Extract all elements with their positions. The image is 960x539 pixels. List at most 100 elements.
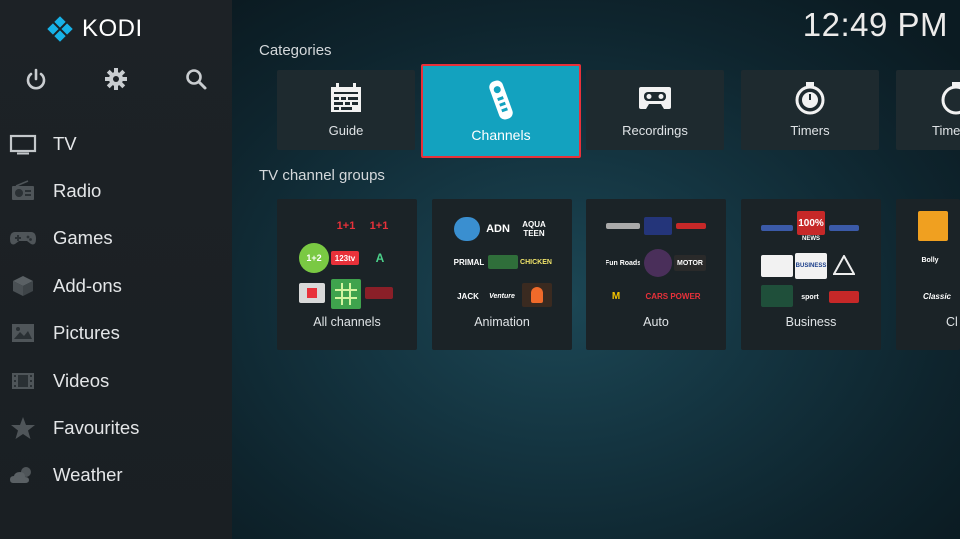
sidebar-item-label: Weather bbox=[53, 464, 123, 486]
app-name: KODI bbox=[82, 15, 143, 42]
logo-biz-green bbox=[761, 285, 793, 307]
logo-1plus2: 1+2 bbox=[299, 243, 329, 273]
remote-icon bbox=[481, 78, 521, 122]
channel-logos-collage: Bolly Classic bbox=[914, 209, 960, 307]
tv-icon bbox=[9, 132, 37, 156]
sidebar-item-label: TV bbox=[53, 132, 77, 154]
categories-title: Categories bbox=[259, 42, 332, 59]
sidebar-item-weather[interactable]: Weather bbox=[0, 452, 232, 499]
sidebar-item-games[interactable]: Games bbox=[0, 215, 232, 262]
weather-icon bbox=[9, 463, 37, 487]
category-label: Time bbox=[932, 123, 960, 138]
logo-globe bbox=[454, 217, 480, 241]
group-label: Business bbox=[785, 315, 837, 329]
logo-cars-power: CARS POWER bbox=[645, 291, 701, 301]
category-guide[interactable]: Guide bbox=[277, 70, 415, 150]
cassette-icon bbox=[637, 82, 673, 114]
group-auto[interactable]: Fun Roads MOTOR M CARS POWER Auto bbox=[586, 199, 726, 350]
logo-motor: MOTOR bbox=[674, 255, 706, 271]
logo-fire bbox=[522, 283, 552, 307]
sidebar-item-pictures[interactable]: Pictures bbox=[0, 310, 232, 357]
kodi-logo-icon bbox=[47, 16, 73, 42]
channel-logos-collage: 1+1 1+1 1+2 123tv A bbox=[295, 209, 399, 309]
logo-venture-bros: Venture bbox=[489, 292, 515, 300]
star-icon bbox=[9, 416, 37, 440]
logo-triangle bbox=[831, 253, 857, 277]
category-label: Recordings bbox=[622, 123, 688, 138]
logo-auto-2 bbox=[644, 217, 672, 235]
group-all-channels[interactable]: 1+1 1+1 1+2 123tv A All channels bbox=[277, 199, 417, 350]
stopwatch-icon bbox=[792, 82, 828, 115]
group-label: All channels bbox=[313, 315, 381, 329]
film-icon bbox=[9, 369, 37, 393]
sidebar-item-label: Add-ons bbox=[53, 274, 122, 296]
logo-1plus1-b: 1+1 bbox=[369, 220, 389, 232]
logo-motor-round bbox=[644, 249, 672, 277]
group-label: Cl bbox=[946, 315, 958, 329]
radio-icon bbox=[9, 179, 37, 203]
main-menu: TV Radio Games Add-ons Pictures Videos F… bbox=[0, 120, 232, 499]
group-business[interactable]: 100% NEWS BUSINESS sport Business bbox=[741, 199, 881, 350]
power-icon[interactable] bbox=[23, 66, 49, 92]
sidebar-item-label: Favourites bbox=[53, 417, 140, 439]
logo-fun-roads: Fun Roads bbox=[606, 259, 640, 267]
sidebar-item-radio[interactable]: Radio bbox=[0, 167, 232, 214]
category-channels[interactable]: Channels bbox=[421, 64, 581, 158]
category-timers[interactable]: Timers bbox=[741, 70, 879, 150]
timer-icon bbox=[938, 82, 960, 115]
logo-primal: PRIMAL bbox=[453, 257, 485, 267]
logo-orange bbox=[918, 211, 948, 241]
logo-aqua-teen: AQUA TEEN bbox=[522, 220, 546, 238]
logo-1plus1-a: 1+1 bbox=[336, 220, 356, 232]
sidebar: KODI TV Radio Games Add-ons Pictures Vid… bbox=[0, 0, 232, 539]
logo-biz-1 bbox=[761, 225, 793, 231]
channel-logos-collage: ADN AQUA TEEN PRIMAL CHICKEN JACK Ventur… bbox=[450, 209, 554, 307]
category-label: Channels bbox=[471, 127, 531, 143]
logo-dark-red bbox=[365, 287, 393, 299]
logo-adn: ADN bbox=[486, 223, 510, 235]
category-recordings[interactable]: Recordings bbox=[586, 70, 724, 150]
sidebar-item-label: Pictures bbox=[53, 322, 120, 344]
logo-robot-chicken: CHICKEN bbox=[520, 258, 552, 266]
sidebar-item-addons[interactable]: Add-ons bbox=[0, 262, 232, 309]
kodi-logo: KODI bbox=[46, 14, 143, 44]
sidebar-item-label: Games bbox=[53, 227, 113, 249]
picture-icon bbox=[9, 321, 37, 345]
logo-auto-3 bbox=[676, 223, 706, 229]
sidebar-item-videos[interactable]: Videos bbox=[0, 357, 232, 404]
category-label: Timers bbox=[790, 123, 830, 138]
logo-classic: Classic bbox=[922, 291, 952, 301]
logo-sport: sport bbox=[801, 293, 819, 301]
sidebar-item-label: Radio bbox=[53, 180, 102, 202]
guide-icon bbox=[328, 82, 364, 114]
logo-100-percent: 100% bbox=[797, 211, 825, 235]
clock: 12:49 PM bbox=[802, 6, 948, 43]
sidebar-item-tv[interactable]: TV bbox=[0, 120, 232, 167]
logo-business: BUSINESS bbox=[795, 253, 827, 279]
top-icon-bar bbox=[0, 66, 232, 94]
logo-m: M bbox=[611, 290, 621, 302]
gamepad-icon bbox=[9, 226, 37, 250]
logo-alsharq bbox=[829, 291, 859, 303]
group-animation[interactable]: ADN AQUA TEEN PRIMAL CHICKEN JACK Ventur… bbox=[432, 199, 572, 350]
category-label: Guide bbox=[328, 123, 364, 138]
search-icon[interactable] bbox=[183, 66, 209, 92]
logo-auto-1 bbox=[606, 223, 640, 229]
channel-logos-collage: 100% NEWS BUSINESS sport bbox=[759, 209, 863, 307]
group-label: Animation bbox=[474, 315, 530, 329]
groups-title: TV channel groups bbox=[259, 167, 385, 184]
logo-jack: JACK bbox=[457, 291, 479, 301]
group-classic[interactable]: Bolly Classic Cl bbox=[896, 199, 960, 350]
gear-icon[interactable] bbox=[103, 66, 129, 92]
logo-a-channel: A bbox=[375, 251, 385, 265]
logo-rick-morty bbox=[488, 255, 518, 269]
logo-biz-white-1 bbox=[761, 255, 793, 277]
box-icon bbox=[9, 274, 37, 298]
logo-green-grid bbox=[331, 279, 361, 309]
category-time[interactable]: Time bbox=[896, 70, 960, 150]
logo-123tv: 123tv bbox=[331, 251, 359, 265]
sidebar-item-favourites[interactable]: Favourites bbox=[0, 404, 232, 451]
channel-logos-collage: Fun Roads MOTOR M CARS POWER bbox=[604, 209, 708, 307]
logo-red-channel bbox=[299, 283, 325, 303]
logo-biz-2 bbox=[829, 225, 859, 231]
